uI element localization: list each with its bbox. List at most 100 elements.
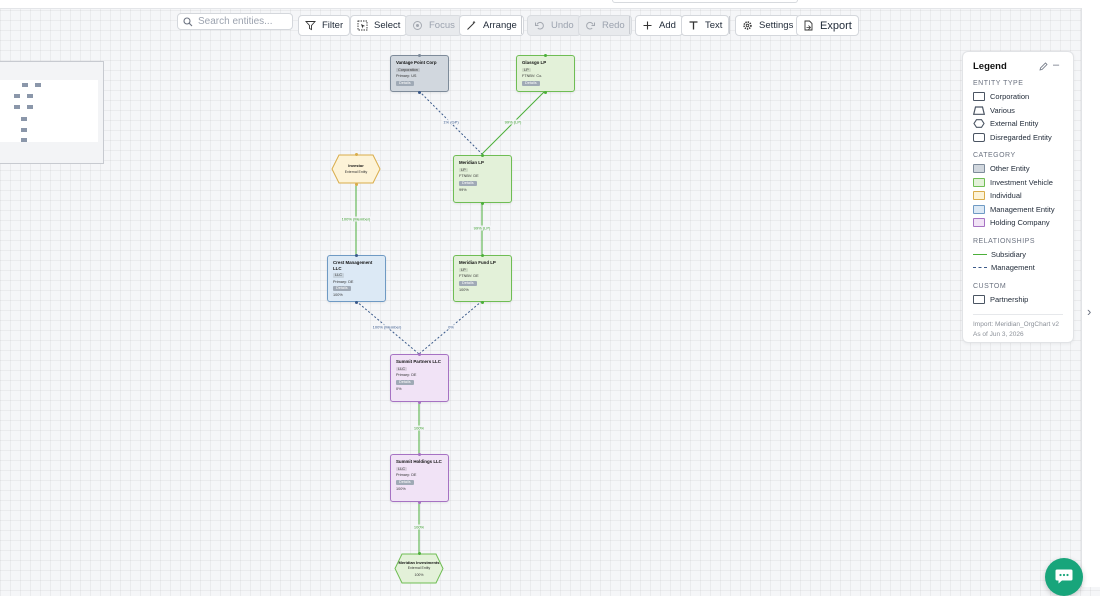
- legend-label: Management Entity: [990, 204, 1055, 214]
- minimize-icon[interactable]: –: [1053, 59, 1059, 71]
- export-button[interactable]: Export: [796, 15, 859, 36]
- settings-label: Settings: [759, 20, 794, 31]
- entity-node[interactable]: Meridian LP LP FTNBV: DE Details 99%: [453, 155, 512, 203]
- minimap-node: [27, 94, 33, 98]
- entity-node[interactable]: Summit Partners LLC LLC Primary: DE Deta…: [390, 354, 449, 402]
- entity-node[interactable]: Crest Management LLC LLC Primary: DE Det…: [327, 255, 386, 302]
- minimap-node: [14, 94, 20, 98]
- connection-handle[interactable]: [417, 452, 421, 456]
- legend-label: Various: [990, 105, 1015, 115]
- connection-handle[interactable]: [417, 500, 421, 504]
- wand-icon: [467, 20, 476, 30]
- chevron-right-icon[interactable]: ›: [1087, 304, 1091, 319]
- node-details-button[interactable]: Details: [522, 80, 540, 86]
- node-details-button[interactable]: Details: [333, 286, 351, 292]
- edge-label: 100%: [412, 524, 426, 530]
- arrange-label: Arrange: [483, 20, 517, 31]
- node-details-button[interactable]: Details: [396, 479, 414, 485]
- filter-button[interactable]: Filter: [298, 15, 351, 36]
- focus-button[interactable]: Focus: [405, 15, 462, 36]
- node-jurisdiction: FTNBV: DE: [459, 274, 479, 279]
- entity-node[interactable]: Investor External Entity: [331, 154, 381, 184]
- connection-handle[interactable]: [543, 90, 547, 94]
- node-details-button[interactable]: Details: [396, 80, 414, 86]
- connection-handle[interactable]: [417, 551, 421, 555]
- minimap-viewport[interactable]: [0, 80, 98, 142]
- select-button[interactable]: Select: [350, 15, 408, 36]
- entity-node[interactable]: Vantage Point Corp Corporation Primary: …: [390, 55, 449, 92]
- node-details-button[interactable]: Details: [459, 280, 477, 286]
- search-icon: [183, 16, 193, 26]
- legend-label: Subsidiary: [991, 249, 1027, 259]
- text-icon: [689, 21, 698, 30]
- connection-handle[interactable]: [354, 182, 358, 186]
- node-tag: LP: [522, 67, 531, 73]
- rounded-rectangle-swatch-icon: [973, 132, 985, 142]
- gear-icon: [743, 21, 752, 30]
- connection-handle[interactable]: [417, 90, 421, 94]
- node-details-button[interactable]: Details: [396, 379, 414, 385]
- select-icon: [357, 20, 368, 31]
- connection-handle[interactable]: [480, 153, 484, 157]
- connection-handle[interactable]: [543, 53, 547, 57]
- arrange-button[interactable]: Arrange: [459, 15, 524, 36]
- toolbar-divider: [729, 16, 730, 34]
- color-swatch: [973, 164, 985, 174]
- settings-button[interactable]: Settings: [735, 15, 801, 36]
- connection-handle[interactable]: [417, 352, 421, 356]
- undo-button[interactable]: Undo: [527, 15, 581, 36]
- entity-node[interactable]: Meridian Investments External Entity 100…: [394, 553, 444, 584]
- minimap[interactable]: [0, 61, 104, 164]
- redo-icon: [586, 21, 595, 30]
- connection-handle[interactable]: [417, 53, 421, 57]
- node-title: Glassgo LP: [522, 60, 547, 65]
- search-box[interactable]: [177, 13, 293, 30]
- search-input[interactable]: [198, 16, 288, 27]
- hexagon-swatch-icon: [973, 119, 985, 129]
- top-strip: [0, 0, 1100, 9]
- node-tag: LP: [459, 167, 468, 173]
- node-ownership: 100%: [333, 293, 343, 298]
- legend-label: Management: [991, 263, 1035, 273]
- redo-button[interactable]: Redo: [578, 15, 632, 36]
- legend-label: Investment Vehicle: [990, 177, 1053, 187]
- legend-item: Individual: [973, 189, 1063, 203]
- minimap-node: [21, 117, 27, 121]
- color-swatch: [973, 218, 985, 228]
- node-ownership: 100%: [396, 486, 406, 491]
- connection-handle[interactable]: [354, 152, 358, 156]
- node-subtitle: External Entity: [344, 170, 368, 174]
- export-label: Export: [820, 19, 852, 32]
- color-swatch: [973, 204, 985, 214]
- node-title: Vantage Point Corp: [396, 60, 437, 65]
- text-label: Text: [705, 20, 723, 31]
- node-jurisdiction: Primary: DE: [396, 373, 417, 378]
- legend-label: Partnership: [990, 294, 1029, 304]
- chat-button[interactable]: [1045, 558, 1083, 596]
- entity-node[interactable]: Summit Holdings LLC LLC Primary: DE Deta…: [390, 454, 449, 502]
- entity-node[interactable]: Glassgo LP LP FTNBV: Co. Details: [516, 55, 575, 92]
- text-button[interactable]: Text: [681, 15, 730, 36]
- legend-item: Disregarded Entity: [973, 131, 1063, 145]
- minimap-node: [27, 105, 33, 109]
- node-details-button[interactable]: Details: [459, 180, 477, 186]
- legend-section-category: CATEGORY: [973, 152, 1016, 159]
- connection-handle[interactable]: [354, 300, 358, 304]
- edit-pencil-icon[interactable]: [1039, 62, 1048, 71]
- connection-handle[interactable]: [354, 253, 358, 257]
- minimap-node: [21, 138, 27, 142]
- legend-section-entity-type: ENTITY TYPE: [973, 80, 1024, 87]
- node-title: Meridian Investments: [398, 560, 440, 565]
- add-button[interactable]: Add: [635, 15, 683, 36]
- legend-import-info: Import: Meridian_OrgChart v2: [973, 321, 1059, 328]
- node-jurisdiction: Primary: US: [396, 74, 417, 79]
- edge-label: 1% (GP): [442, 119, 460, 125]
- entity-node[interactable]: Meridian Fund LP LP FTNBV: DE Details 10…: [453, 255, 512, 302]
- legend-section-custom: CUSTOM: [973, 282, 1007, 290]
- add-label: Add: [659, 20, 676, 31]
- connection-handle[interactable]: [480, 300, 484, 304]
- right-panel-rail[interactable]: ›: [1081, 8, 1100, 587]
- connection-handle[interactable]: [417, 400, 421, 404]
- connection-handle[interactable]: [480, 253, 484, 257]
- connection-handle[interactable]: [480, 201, 484, 205]
